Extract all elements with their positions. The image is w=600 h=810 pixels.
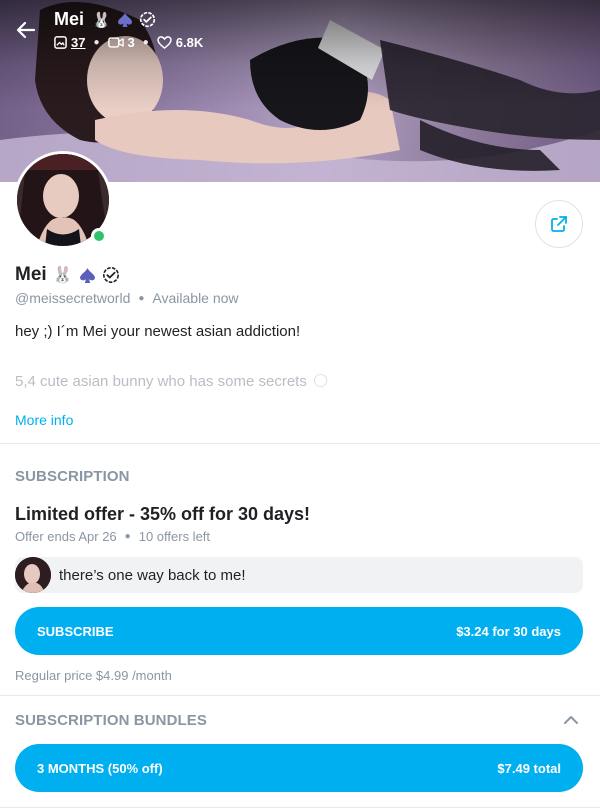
more-info-link[interactable]: More info: [15, 412, 73, 428]
spade-icon: [79, 267, 95, 283]
likes-stat: 6.8K: [157, 35, 203, 50]
message-avatar: [15, 557, 51, 593]
photos-stat[interactable]: 37: [54, 35, 85, 50]
offer-ends: Offer ends Apr 26: [15, 529, 117, 544]
profile-name-row: Mei 🐰: [15, 264, 120, 286]
verified-icon: [139, 11, 155, 28]
profile-page: Mei 🐰 37 ● 3 ● 6.8K Mei 🐰 @meissecretwor…: [0, 0, 600, 810]
bundles-collapse-toggle[interactable]: [561, 710, 581, 730]
chevron-up-icon: [564, 716, 578, 724]
separator-dot: ●: [142, 37, 149, 48]
spade-icon: [117, 12, 132, 27]
header-stats: 37 ● 3 ● 6.8K: [54, 35, 203, 50]
video-icon: [107, 37, 124, 48]
online-indicator: [91, 228, 107, 244]
videos-count: 3: [127, 35, 135, 50]
verified-icon: [102, 266, 119, 284]
bundles-title: SUBSCRIPTION BUNDLES: [15, 712, 208, 729]
separator-dot: ●: [93, 37, 100, 48]
offers-left: 10 offers left: [138, 529, 211, 544]
subscribe-button[interactable]: SUBSCRIBE $3.24 for 30 days: [15, 607, 583, 655]
likes-count: 6.8K: [175, 35, 204, 50]
videos-stat[interactable]: 3: [107, 35, 135, 50]
bundle-button-3-months[interactable]: 3 MONTHS (50% off) $7.49 total: [15, 744, 583, 792]
bio-line-2: 5,4 cute asian bunny who has some secret…: [15, 372, 307, 390]
regular-price: Regular price $4.99 /month: [15, 668, 172, 683]
photos-count: 37: [71, 35, 86, 50]
profile-handle: @meissecretworld: [15, 290, 131, 306]
moon-emoji-icon: 🌕: [312, 373, 329, 390]
message-avatar-photo: [15, 557, 51, 593]
image-icon: [54, 36, 67, 49]
top-bar: Mei 🐰 37 ● 3 ● 6.8K: [0, 0, 600, 60]
offer-message: there’s one way back to me!: [15, 557, 583, 593]
back-arrow-icon: [16, 21, 36, 39]
share-button[interactable]: [535, 200, 583, 248]
separator-dot: ●: [138, 292, 145, 304]
divider: [0, 807, 600, 808]
bio-line-2-row: 5,4 cute asian bunny who has some secret…: [15, 372, 329, 391]
bundle-label: 3 MONTHS (50% off): [37, 760, 163, 776]
bunny-emoji-icon: 🐰: [92, 11, 111, 29]
share-icon: [551, 216, 567, 232]
bundle-price: $7.49 total: [497, 760, 561, 776]
header-name: Mei: [54, 9, 85, 29]
offer-title: Limited offer - 35% off for 30 days!: [15, 504, 311, 524]
bio-line-1: hey ;) I´m Mei your newest asian addicti…: [15, 323, 301, 340]
message-text: there’s one way back to me!: [59, 566, 246, 584]
profile-avatar-wrap[interactable]: [14, 151, 112, 249]
subscribe-label: SUBSCRIBE: [37, 623, 114, 639]
back-button[interactable]: [14, 18, 38, 42]
bunny-emoji-icon: 🐰: [52, 267, 73, 284]
offer-meta: Offer ends Apr 26 ● 10 offers left: [15, 529, 210, 544]
handle-row: @meissecretworld ● Available now: [15, 290, 239, 306]
availability-status: Available now: [152, 290, 239, 306]
divider: [0, 695, 600, 696]
divider: [0, 443, 600, 444]
subscription-title: SUBSCRIPTION: [15, 468, 130, 485]
profile-name: Mei: [15, 264, 47, 285]
subscribe-price: $3.24 for 30 days: [456, 623, 561, 639]
separator-dot: ●: [124, 531, 131, 542]
header-title: Mei 🐰: [54, 9, 156, 30]
heart-icon: [157, 36, 172, 49]
